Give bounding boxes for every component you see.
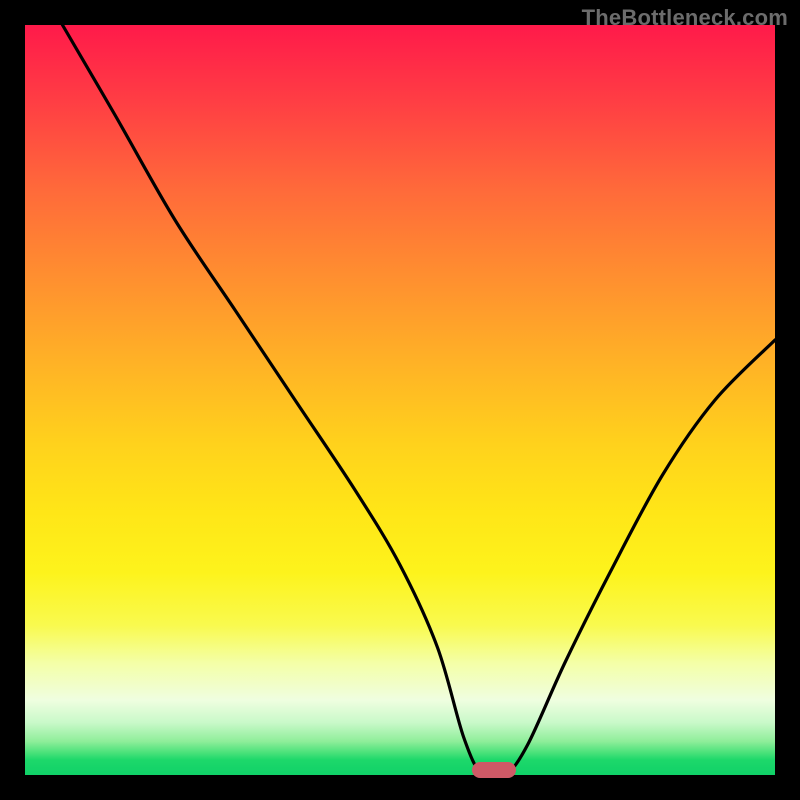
chart-frame: TheBottleneck.com <box>0 0 800 800</box>
watermark-text: TheBottleneck.com <box>582 5 788 31</box>
bottleneck-curve <box>25 25 775 775</box>
optimal-marker <box>472 762 516 778</box>
